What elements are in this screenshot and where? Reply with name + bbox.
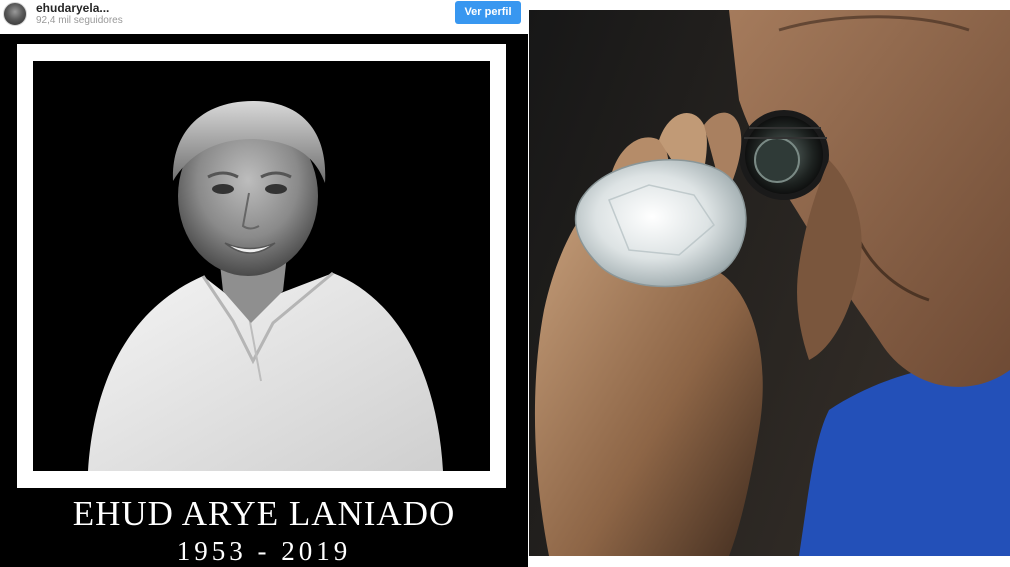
memorial-years: 1953 - 2019 bbox=[176, 536, 352, 566]
username[interactable]: ehudaryela... bbox=[36, 1, 109, 15]
diamond-inspection-photo bbox=[529, 10, 1010, 556]
profile-avatar-icon[interactable] bbox=[3, 2, 27, 26]
memorial-name: EHUD ARYE LANIADO bbox=[72, 494, 456, 533]
view-profile-button[interactable]: Ver perfil bbox=[455, 1, 521, 24]
diamond-inspection-illustration bbox=[534, 10, 1010, 556]
portrait-photo bbox=[33, 61, 490, 471]
instagram-header: ehudaryela... 92,4 mil seguidores Ver pe… bbox=[0, 0, 528, 34]
memorial-card: EHUD ARYE LANIADO 1953 - 2019 bbox=[0, 34, 528, 567]
portrait-illustration bbox=[33, 61, 490, 471]
instagram-post-panel: ehudaryela... 92,4 mil seguidores Ver pe… bbox=[0, 0, 528, 567]
follower-count: 92,4 mil seguidores bbox=[36, 15, 123, 26]
